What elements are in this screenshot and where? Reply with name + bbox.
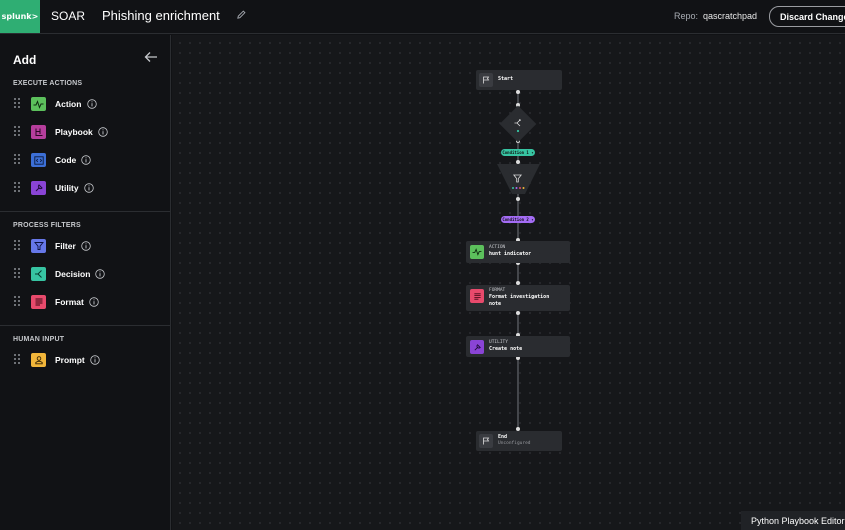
section-process-filters: PROCESS FILTERS [13, 222, 81, 229]
utility-icon [470, 340, 484, 354]
app-name: SOAR [51, 9, 86, 23]
add-code-item[interactable]: Code [0, 149, 171, 171]
drag-handle-icon[interactable] [14, 154, 20, 165]
add-decision-item[interactable]: Decision [0, 263, 171, 285]
format-icon [31, 295, 46, 309]
item-label: Playbook [55, 127, 93, 137]
decision-icon [514, 119, 521, 127]
panel-title: Add [13, 53, 37, 67]
section-human-input: HUMAN INPUT [13, 336, 65, 343]
add-playbook-item[interactable]: Playbook [0, 121, 171, 143]
add-utility-item[interactable]: Utility [0, 177, 171, 199]
prompt-icon [31, 353, 46, 367]
section-execute-actions: EXECUTE ACTIONS [13, 80, 83, 87]
section-divider [0, 325, 171, 326]
drag-handle-icon[interactable] [14, 296, 20, 307]
info-icon[interactable] [89, 297, 99, 307]
logo-text: splunk> [1, 12, 39, 21]
end-node[interactable]: End Unconfigured [476, 431, 562, 451]
editor-mode-label: Python Playbook Editor [741, 511, 845, 530]
node-name-line-2: note [489, 301, 502, 307]
info-icon[interactable] [95, 269, 105, 279]
info-icon[interactable] [81, 241, 91, 251]
action-node[interactable]: ACTION hunt indicator [466, 241, 570, 263]
repo-value[interactable]: qascratchpad [703, 11, 757, 21]
info-icon[interactable] [81, 155, 91, 165]
add-filter-item[interactable]: Filter [0, 235, 171, 257]
info-icon[interactable] [98, 127, 108, 137]
item-label: Format [55, 297, 84, 307]
add-format-item[interactable]: Format [0, 291, 171, 313]
node-name: hunt indicator [489, 251, 532, 257]
info-icon[interactable] [90, 355, 100, 365]
item-label: Filter [55, 241, 76, 251]
node-name: Create note [489, 346, 523, 352]
playbook-title: Phishing enrichment [102, 8, 220, 23]
filter-icon [513, 174, 522, 183]
decision-icon [31, 267, 46, 281]
code-icon [31, 153, 46, 167]
decision-port-dot [516, 129, 520, 133]
node-type: ACTION [489, 245, 506, 250]
node-type: FORMAT [489, 288, 506, 293]
condition-2-pill[interactable]: Condition 2 ▾ [501, 216, 535, 223]
utility-icon [31, 181, 46, 195]
item-label: Code [55, 155, 77, 165]
pulse-icon [470, 245, 484, 259]
repo-label: Repo: [674, 11, 699, 21]
drag-handle-icon[interactable] [14, 98, 20, 109]
flow-connectors [516, 90, 520, 431]
utility-node[interactable]: UTILITY Create note [466, 336, 570, 357]
pulse-icon [31, 97, 46, 111]
pencil-icon[interactable] [236, 9, 247, 20]
item-label: Action [55, 99, 82, 109]
condition-1-pill[interactable]: Condition 1 ▾ [501, 149, 535, 156]
add-prompt-item[interactable]: Prompt [0, 349, 171, 371]
info-icon[interactable] [84, 183, 94, 193]
format-node[interactable]: FORMAT Format investigation note [466, 285, 570, 311]
add-panel: Add EXECUTE ACTIONS Action Playbook Code… [0, 35, 171, 530]
filter-port-dots [512, 187, 525, 189]
filter-icon [31, 239, 46, 253]
flag-icon [479, 434, 493, 448]
start-label: Start [498, 76, 514, 82]
item-label: Decision [55, 269, 91, 279]
end-label: End [498, 434, 508, 440]
discard-changes-button[interactable]: Discard Changes [769, 6, 845, 27]
top-bar: splunk> SOAR Phishing enrichment Repo: q… [0, 0, 845, 34]
info-icon[interactable] [87, 99, 97, 109]
end-status: Unconfigured [498, 441, 531, 446]
drag-handle-icon[interactable] [14, 240, 20, 251]
node-name-line-1: Format investigation [489, 294, 550, 300]
playbook-icon [31, 125, 46, 139]
item-label: Prompt [55, 355, 85, 365]
node-type: UTILITY [489, 340, 508, 345]
start-node[interactable]: Start [476, 70, 562, 90]
flag-icon [479, 73, 493, 87]
section-divider [0, 211, 171, 212]
format-icon [470, 289, 484, 303]
splunk-logo[interactable]: splunk> [0, 0, 40, 33]
add-action-item[interactable]: Action [0, 93, 171, 115]
drag-handle-icon[interactable] [14, 354, 20, 365]
item-label: Utility [55, 183, 79, 193]
drag-handle-icon[interactable] [14, 182, 20, 193]
drag-handle-icon[interactable] [14, 268, 20, 279]
collapse-arrow-icon[interactable] [144, 51, 158, 63]
drag-handle-icon[interactable] [14, 126, 20, 137]
playbook-canvas[interactable]: Start Condition 1 ▾ Condition 2 ▾ ACTION… [172, 35, 845, 530]
